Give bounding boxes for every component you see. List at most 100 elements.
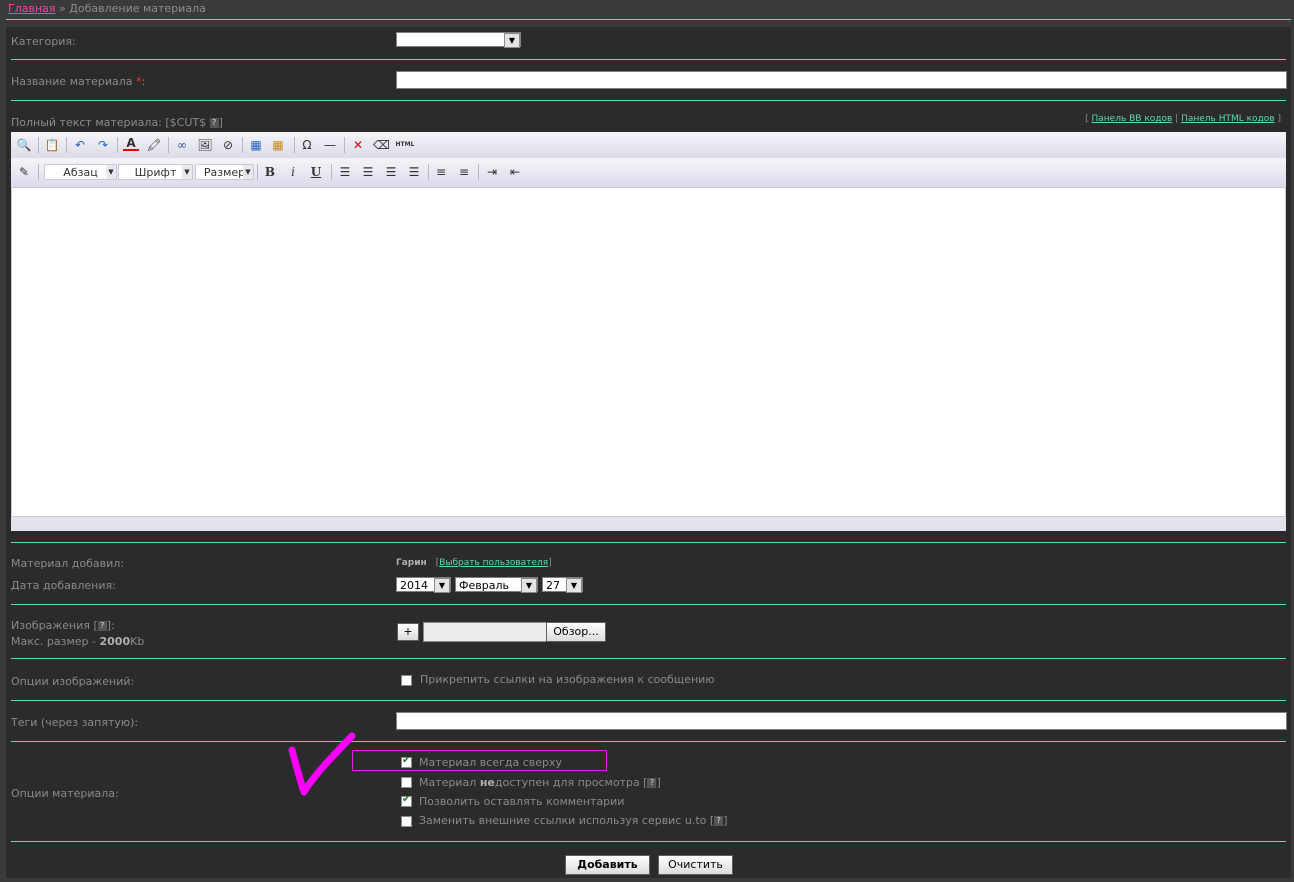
undo-icon[interactable]: ↶ — [72, 137, 88, 153]
ordered-list-icon[interactable]: ≡ — [433, 164, 449, 180]
allow-comments-checkbox[interactable] — [401, 794, 412, 807]
toolbar-separator — [168, 137, 169, 153]
divider — [11, 741, 1286, 742]
add-image-button[interactable]: + — [397, 623, 419, 641]
unavailable-checkbox[interactable] — [401, 777, 412, 788]
bold-button[interactable]: B — [262, 164, 278, 180]
bracket-open: [ — [1085, 114, 1089, 124]
category-select[interactable]: ▼ — [396, 32, 521, 48]
replace-links-label-text: Заменить внешние ссылки используя сервис… — [419, 814, 707, 827]
images-max-unit: Kb — [130, 635, 145, 648]
unordered-list-icon[interactable]: ≡ — [456, 164, 472, 180]
align-left-icon[interactable]: ☰ — [337, 164, 353, 180]
breadcrumb-current: Добавление материала — [69, 2, 206, 15]
material-options-label: Опции материала: — [11, 787, 119, 800]
help-icon[interactable]: ? — [647, 778, 657, 788]
reset-button[interactable]: Очистить — [658, 855, 733, 875]
text-color-icon[interactable]: A — [123, 137, 139, 151]
bb-codes-panel-link[interactable]: Панель BB кодов — [1091, 114, 1172, 124]
breadcrumb-home-link[interactable]: Главная — [8, 2, 56, 15]
attach-image-links-label: Прикрепить ссылки на изображения к сообщ… — [420, 673, 715, 686]
remove-format-icon[interactable]: ✕ — [350, 137, 366, 153]
redo-icon[interactable]: ↷ — [95, 137, 111, 153]
images-label: Изображения [?]: — [11, 619, 115, 632]
replace-links-checkbox[interactable] — [401, 816, 412, 827]
font-combo[interactable]: Шрифт ▼ — [118, 164, 193, 180]
year-select[interactable]: 2014 ▼ — [396, 577, 451, 593]
author-label: Материал добавил: — [11, 557, 125, 570]
outdent-icon[interactable]: ⇤ — [507, 164, 523, 180]
italic-button[interactable]: i — [285, 164, 301, 180]
chevron-down-icon: ▼ — [182, 165, 192, 179]
unavailable-label-bold: не — [479, 776, 495, 789]
images-max-label: Макс. размер - — [11, 635, 100, 648]
chevron-down-icon: ▼ — [106, 165, 116, 179]
eraser-icon[interactable]: ⌫ — [373, 137, 390, 153]
tags-input[interactable] — [396, 712, 1287, 730]
font-combo-value: Шрифт — [134, 166, 177, 179]
editor-panel-switcher: [ Панель BB кодов | Панель HTML кодов ] — [1085, 114, 1281, 124]
month-select[interactable]: Февраль ▼ — [455, 577, 538, 593]
images-max-value: 2000 — [99, 635, 131, 648]
title-input[interactable] — [396, 71, 1287, 89]
special-char-icon[interactable]: Ω — [299, 137, 315, 153]
month-value: Февраль — [459, 579, 509, 592]
flash-icon[interactable]: ⊘ — [220, 137, 236, 153]
underline-button[interactable]: U — [308, 164, 324, 180]
editor-toolbar-row-2: ✎ Абзац ▼ Шрифт ▼ Размер ▼ B i U ☰ ☰ ☰ ☰ ≡ … — [11, 158, 1286, 187]
size-combo[interactable]: Размер ▼ — [195, 164, 254, 180]
help-icon[interactable]: ? — [97, 621, 107, 631]
preview-icon[interactable]: 🔍 — [16, 137, 32, 153]
submit-button[interactable]: Добавить — [565, 855, 650, 875]
images-max-size: Макс. размер - 2000Kb — [11, 635, 144, 648]
chevron-down-icon: ▼ — [521, 578, 537, 593]
date-label: Дата добавления: — [11, 579, 116, 592]
help-icon[interactable]: ? — [209, 118, 219, 128]
divider — [11, 841, 1286, 842]
html-codes-panel-link[interactable]: Панель HTML кодов — [1181, 114, 1275, 124]
toolbar-separator — [344, 137, 345, 153]
toolbar-separator — [478, 164, 479, 180]
help-icon[interactable]: ? — [714, 816, 724, 826]
horizontal-rule-icon[interactable]: — — [322, 137, 338, 153]
checkmark-annotation-icon — [288, 732, 356, 796]
image-icon[interactable]: 🖼 — [197, 137, 213, 153]
align-right-icon[interactable]: ☰ — [383, 164, 399, 180]
highlight-color-icon[interactable]: 🖍 — [146, 137, 162, 153]
indent-icon[interactable]: ⇥ — [484, 164, 500, 180]
paste-icon[interactable]: 📋 — [44, 137, 60, 153]
editor-toolbar-row-1: 🔍 📋 ↶ ↷ A 🖍 ∞ 🖼 ⊘ ▦ ▦ Ω — ✕ ⌫ HTML — [11, 132, 1286, 158]
attach-image-links-checkbox[interactable] — [401, 675, 412, 686]
chevron-down-icon: ▼ — [504, 33, 520, 48]
bracket-separator: | — [1175, 114, 1179, 124]
table-icon[interactable]: ▦ — [248, 137, 264, 153]
day-select[interactable]: 27 ▼ — [542, 577, 583, 593]
choose-user-link[interactable]: Выбрать пользователя — [439, 558, 548, 568]
tags-label: Теги (через запятую): — [11, 716, 139, 729]
divider — [11, 100, 1286, 101]
editor-content-area[interactable] — [11, 187, 1286, 517]
html-source-icon[interactable]: HTML — [395, 137, 415, 153]
toolbar-separator — [242, 137, 243, 153]
day-value: 27 — [546, 579, 560, 592]
format-combo-value: Абзац — [63, 166, 98, 179]
image-file-input[interactable] — [423, 622, 547, 642]
divider — [11, 542, 1286, 543]
always-on-top-checkbox[interactable] — [401, 755, 412, 768]
divider — [11, 59, 1286, 60]
browse-button[interactable]: Обзор... — [546, 622, 606, 642]
allow-comments-label: Позволить оставлять комментарии — [419, 795, 625, 808]
toolbar-separator — [428, 164, 429, 180]
chevron-down-icon: ▼ — [566, 578, 582, 593]
edit-source-icon[interactable]: ✎ — [16, 164, 32, 180]
breadcrumb-separator: » — [55, 2, 70, 15]
format-combo[interactable]: Абзац ▼ — [44, 164, 117, 180]
toolbar-separator — [331, 164, 332, 180]
unavailable-label-post: доступен для просмотра — [494, 776, 640, 789]
link-icon[interactable]: ∞ — [174, 137, 190, 153]
align-justify-icon[interactable]: ☰ — [406, 164, 422, 180]
table-edit-icon[interactable]: ▦ — [270, 137, 286, 153]
editor-status-bar — [11, 517, 1286, 531]
unavailable-label: Материал недоступен для просмотра [?] — [419, 776, 661, 789]
align-center-icon[interactable]: ☰ — [360, 164, 376, 180]
